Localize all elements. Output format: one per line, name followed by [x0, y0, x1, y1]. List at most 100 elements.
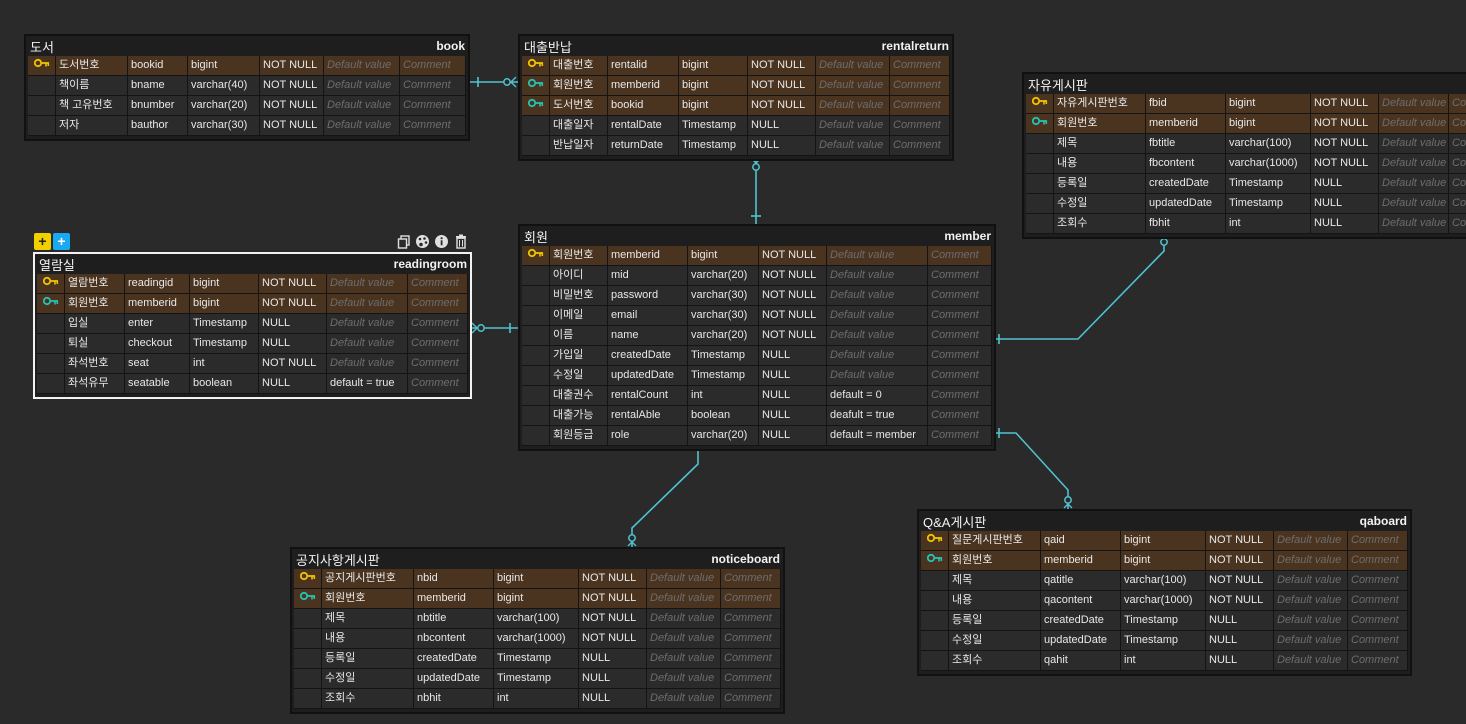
column-comment[interactable]: Comment [408, 334, 468, 353]
column-logical-name[interactable]: 좌석유무 [65, 374, 125, 393]
table-book[interactable]: 도서 book 도서번호 bookid bigint NOT NULL Default va… [24, 34, 470, 141]
column-comment[interactable]: Comment [721, 669, 781, 688]
column-default-value[interactable]: Default value [1274, 591, 1348, 610]
column-data-type[interactable]: varchar(30) [688, 286, 759, 305]
column-logical-name[interactable]: 회원번호 [949, 551, 1041, 570]
column-default-value[interactable]: Default value [1379, 94, 1449, 113]
column-logical-name[interactable]: 이메일 [550, 306, 608, 325]
column-data-type[interactable]: int [1121, 651, 1206, 670]
primary-key-icon[interactable] [1026, 94, 1054, 113]
column-row[interactable]: 입실 enter Timestamp NULL Default value Comment [37, 314, 468, 334]
column-default-value[interactable]: Default value [647, 669, 721, 688]
key-cell[interactable] [522, 306, 550, 325]
column-data-type[interactable]: bigint [1226, 94, 1311, 113]
column-default-value[interactable]: Default value [647, 629, 721, 648]
table-logical-name[interactable]: 도서 [30, 37, 54, 56]
column-logical-name[interactable]: 내용 [322, 629, 414, 648]
column-data-type[interactable]: Timestamp [190, 314, 259, 333]
key-cell[interactable] [1026, 174, 1054, 193]
trash-icon[interactable] [452, 233, 469, 250]
column-row[interactable]: 회원번호 memberid bigint NOT NULL Default value C… [294, 589, 781, 609]
column-null-option[interactable]: NOT NULL [1311, 154, 1379, 173]
column-physical-name[interactable]: bauthor [128, 116, 188, 135]
column-data-type[interactable]: bigint [688, 246, 759, 265]
key-cell[interactable] [294, 669, 322, 688]
table-logical-name[interactable]: 대출반납 [524, 37, 572, 56]
table-physical-name[interactable]: book [436, 39, 465, 53]
column-logical-name[interactable]: 회원등급 [550, 426, 608, 445]
column-null-option[interactable]: NOT NULL [1311, 114, 1379, 133]
column-row[interactable]: 대출번호 rentalid bigint NOT NULL Default value C… [522, 56, 950, 76]
column-logical-name[interactable]: 회원번호 [1054, 114, 1146, 133]
column-logical-name[interactable]: 조회수 [322, 689, 414, 708]
column-logical-name[interactable]: 수정일 [322, 669, 414, 688]
column-data-type[interactable]: Timestamp [494, 649, 579, 668]
add-table-button[interactable]: + [34, 233, 51, 250]
column-default-value[interactable]: Default value [816, 96, 890, 115]
column-physical-name[interactable]: checkout [125, 334, 190, 353]
column-comment[interactable]: Comment [928, 326, 992, 345]
table-logical-name[interactable]: 자유게시판 [1028, 75, 1088, 94]
column-data-type[interactable]: Timestamp [679, 116, 748, 135]
column-comment[interactable]: Comment [928, 346, 992, 365]
column-default-value[interactable]: default = true [327, 374, 408, 393]
column-logical-name[interactable]: 수정일 [550, 366, 608, 385]
column-data-type[interactable]: Timestamp [1226, 174, 1311, 193]
column-null-option[interactable]: NOT NULL [759, 286, 827, 305]
column-row[interactable]: 대출일자 rentalDate Timestamp NULL Default value… [522, 116, 950, 136]
column-default-value[interactable]: Default value [1379, 134, 1449, 153]
column-row[interactable]: 책이름 bname varchar(40) NOT NULL Default value… [28, 76, 466, 96]
column-logical-name[interactable]: 도서번호 [56, 56, 128, 75]
column-row[interactable]: 저자 bauthor varchar(30) NOT NULL Default valu… [28, 116, 466, 136]
column-logical-name[interactable]: 등록일 [949, 611, 1041, 630]
column-physical-name[interactable]: seat [125, 354, 190, 373]
column-data-type[interactable]: varchar(30) [188, 116, 260, 135]
column-row[interactable]: 대출가능 rentalAble boolean NULL deafult = true C… [522, 406, 992, 426]
table-noticeboard[interactable]: 공지사항게시판 noticeboard 공지게시판번호 nbid bigint NOT N… [290, 547, 785, 714]
column-default-value[interactable]: Default value [324, 76, 400, 95]
column-null-option[interactable]: NOT NULL [579, 609, 647, 628]
column-row[interactable]: 책 고유번호 bnumber varchar(20) NOT NULL Default … [28, 96, 466, 116]
key-cell[interactable] [921, 631, 949, 650]
column-data-type[interactable]: varchar(20) [688, 266, 759, 285]
column-comment[interactable]: Comment [400, 116, 466, 135]
key-cell[interactable] [921, 611, 949, 630]
column-physical-name[interactable]: nbtitle [414, 609, 494, 628]
column-null-option[interactable]: NULL [1311, 174, 1379, 193]
column-data-type[interactable]: boolean [190, 374, 259, 393]
column-comment[interactable]: Comment [1449, 174, 1466, 193]
key-cell[interactable] [37, 374, 65, 393]
column-null-option[interactable]: NOT NULL [260, 116, 324, 135]
table-logical-name[interactable]: 열람실 [39, 255, 75, 274]
column-null-option[interactable]: NOT NULL [1206, 551, 1274, 570]
table-logical-name[interactable]: 회원 [524, 227, 548, 246]
column-row[interactable]: 수정일 updatedDate Timestamp NULL Default value… [294, 669, 781, 689]
column-data-type[interactable]: bigint [679, 96, 748, 115]
key-cell[interactable] [28, 96, 56, 115]
table-header[interactable]: 대출반납 rentalreturn [520, 36, 952, 56]
column-physical-name[interactable]: updatedDate [1041, 631, 1121, 650]
key-cell[interactable] [522, 386, 550, 405]
column-logical-name[interactable]: 등록일 [1054, 174, 1146, 193]
column-default-value[interactable]: Default value [1274, 611, 1348, 630]
column-data-type[interactable]: bigint [494, 589, 579, 608]
column-null-option[interactable]: NOT NULL [759, 246, 827, 265]
column-physical-name[interactable]: nbhit [414, 689, 494, 708]
column-row[interactable]: 퇴실 checkout Timestamp NULL Default value Comm… [37, 334, 468, 354]
column-default-value[interactable]: Default value [327, 314, 408, 333]
column-default-value[interactable]: Default value [816, 136, 890, 155]
column-row[interactable]: 아이디 mid varchar(20) NOT NULL Default value Co… [522, 266, 992, 286]
column-logical-name[interactable]: 회원번호 [550, 76, 608, 95]
column-row[interactable]: 대출권수 rentalCount int NULL default = 0 Comment [522, 386, 992, 406]
column-row[interactable]: 제목 qatitle varchar(100) NOT NULL Default val… [921, 571, 1408, 591]
column-comment[interactable]: Comment [400, 56, 466, 75]
key-cell[interactable] [1026, 154, 1054, 173]
column-comment[interactable]: Comment [1348, 531, 1408, 550]
column-null-option[interactable]: NOT NULL [1206, 571, 1274, 590]
column-default-value[interactable]: Default value [1274, 531, 1348, 550]
table-header[interactable]: 회원 member [520, 226, 994, 246]
column-comment[interactable]: Comment [408, 374, 468, 393]
column-comment[interactable]: Comment [721, 569, 781, 588]
column-default-value[interactable]: Default value [827, 286, 928, 305]
column-null-option[interactable]: NULL [1311, 194, 1379, 213]
